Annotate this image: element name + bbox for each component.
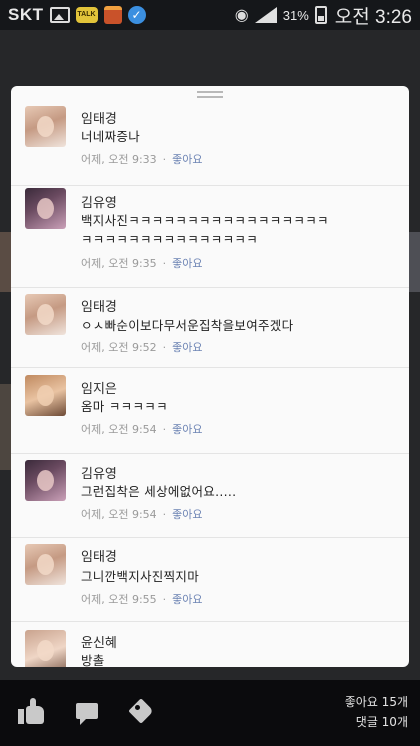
engagement-counts: 좋아요 15개 댓글 10개	[345, 692, 408, 732]
comment-date: 어제, 오전 9:52	[81, 341, 157, 354]
comment-text: 백지사진ㅋㅋㅋㅋㅋㅋㅋㅋㅋㅋㅋㅋㅋㅋㅋㅋㅋ ㅋㅋㅋㅋㅋㅋㅋㅋㅋㅋㅋㅋㅋㅋㅋ	[81, 213, 329, 247]
like-link[interactable]: 좋아요	[172, 339, 202, 355]
avatar[interactable]	[25, 106, 66, 147]
comment-item: 김유영 그런집착은 세상에없어요..... 어제, 오전 9:54 · 좋아요	[11, 454, 409, 538]
comment-text: 방촐	[81, 653, 105, 667]
action-bar: 좋아요 15개 댓글 10개	[0, 680, 420, 746]
separator-dot: ·	[162, 340, 167, 354]
comment-meta: 어제, 오전 9:54 · 좋아요	[81, 506, 203, 522]
like-link[interactable]: 좋아요	[172, 591, 202, 607]
comment-date: 어제, 오전 9:54	[81, 508, 157, 521]
comment-author[interactable]: 임태경	[81, 108, 117, 127]
avatar[interactable]	[25, 630, 66, 667]
clock: 오전 3:26	[334, 6, 412, 28]
comment-date: 어제, 오전 9:35	[81, 257, 157, 270]
comment-text: ㅇㅅ빠순이보다무서운집착을보여주겠다	[81, 318, 294, 333]
book-icon	[103, 6, 122, 24]
like-count[interactable]: 좋아요 15개	[345, 692, 408, 712]
comment-meta: 어제, 오전 9:35 · 좋아요	[81, 255, 203, 271]
comment-count[interactable]: 댓글 10개	[345, 712, 408, 732]
comment-item: 임지은 옴마 ㅋㅋㅋㅋㅋ 어제, 오전 9:54 · 좋아요	[11, 368, 409, 454]
talk-icon: TALK	[75, 7, 98, 23]
avatar[interactable]	[25, 188, 66, 229]
comment-author[interactable]: 김유영	[81, 463, 117, 482]
comment-date: 어제, 오전 9:55	[81, 593, 157, 606]
separator-dot: ·	[162, 592, 167, 606]
avatar[interactable]	[25, 544, 66, 585]
comment-date: 어제, 오전 9:54	[81, 423, 157, 436]
signal-icon	[254, 7, 277, 23]
background-photo	[408, 232, 420, 292]
comment-icon[interactable]	[74, 698, 104, 726]
separator-dot: ·	[162, 152, 167, 166]
status-bar: SKT TALK ✓ ◉ 31% 오전 3:26	[0, 0, 420, 30]
like-link[interactable]: 좋아요	[172, 506, 202, 522]
comment-item: 김유영 백지사진ㅋㅋㅋㅋㅋㅋㅋㅋㅋㅋㅋㅋㅋㅋㅋㅋㅋ ㅋㅋㅋㅋㅋㅋㅋㅋㅋㅋㅋㅋㅋㅋ…	[11, 186, 409, 288]
comment-text: 너네짜증나	[81, 129, 141, 144]
gallery-icon	[49, 7, 70, 23]
battery-percent: 31%	[282, 7, 309, 23]
comment-author[interactable]: 임지은	[81, 378, 117, 397]
comment-item: 임태경 ㅇㅅ빠순이보다무서운집착을보여주겠다 어제, 오전 9:52 · 좋아요	[11, 288, 409, 368]
comment-item: 윤신혜 방촐	[11, 622, 409, 667]
comment-author[interactable]: 윤신혜	[81, 632, 117, 651]
wifi-icon: ◉	[234, 7, 249, 24]
comment-text: 옴마 ㅋㅋㅋㅋㅋ	[81, 399, 168, 414]
separator-dot: ·	[162, 256, 167, 270]
comment-item: 임태경 그니깐백지사진찍지마 어제, 오전 9:55 · 좋아요	[11, 538, 409, 622]
avatar[interactable]	[25, 460, 66, 501]
like-icon[interactable]	[18, 698, 48, 726]
comment-author[interactable]: 임태경	[81, 296, 117, 315]
comment-meta: 어제, 오전 9:33 · 좋아요	[81, 151, 203, 167]
check-icon: ✓	[127, 6, 146, 24]
carrier-label: SKT	[8, 5, 44, 24]
like-link[interactable]: 좋아요	[172, 151, 202, 167]
comment-author[interactable]: 김유영	[81, 192, 117, 211]
tag-icon[interactable]	[126, 698, 156, 726]
comment-meta: 어제, 오전 9:54 · 좋아요	[81, 421, 203, 437]
comment-author[interactable]: 임태경	[81, 546, 117, 565]
comment-text: 그니깐백지사진찍지마	[81, 569, 200, 584]
avatar[interactable]	[25, 294, 66, 335]
like-link[interactable]: 좋아요	[172, 421, 202, 437]
drag-handle-icon[interactable]	[197, 91, 223, 98]
comment-item: 임태경 너네짜증나 어제, 오전 9:33 · 좋아요	[11, 100, 409, 186]
comment-text: 그런집착은 세상에없어요.....	[81, 484, 237, 499]
battery-icon	[314, 6, 327, 24]
avatar[interactable]	[25, 375, 66, 416]
comment-date: 어제, 오전 9:33	[81, 153, 157, 166]
separator-dot: ·	[162, 507, 167, 521]
separator-dot: ·	[162, 422, 167, 436]
like-link[interactable]: 좋아요	[172, 255, 202, 271]
comment-meta: 어제, 오전 9:52 · 좋아요	[81, 339, 203, 355]
comment-meta: 어제, 오전 9:55 · 좋아요	[81, 591, 203, 607]
comments-panel[interactable]: 임태경 너네짜증나 어제, 오전 9:33 · 좋아요 김유영 백지사진ㅋㅋㅋㅋ…	[11, 86, 409, 667]
